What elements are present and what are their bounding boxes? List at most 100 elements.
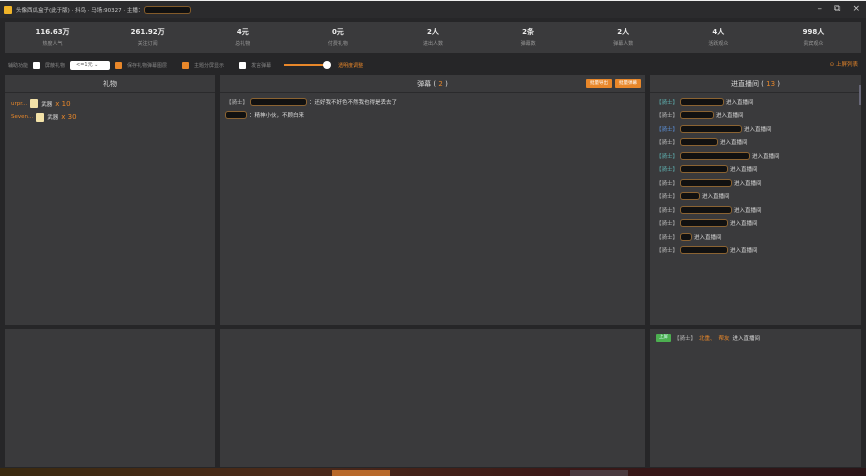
assist-checkbox[interactable] xyxy=(33,61,41,69)
clear-button[interactable]: 批量弹幕 xyxy=(615,79,641,88)
threshold-select[interactable]: <=1元 ⌄ xyxy=(70,60,111,70)
minimize-icon[interactable]: – xyxy=(818,4,823,14)
stat-item: 261.92万 关注订阅 xyxy=(100,22,195,53)
entry-tag: 【骑士】 xyxy=(656,221,679,228)
stat-label: 贵宾观众 xyxy=(803,41,824,47)
entry-tag: 【骑士】 xyxy=(656,180,679,187)
entry-tag: 【骑士】 xyxy=(656,207,679,214)
gift-user: Seven... xyxy=(11,114,34,121)
entry-item: 【骑士】 进入直播间 xyxy=(650,149,861,163)
entry-suffix: 进入直播间 xyxy=(734,180,762,187)
close-icon[interactable]: × xyxy=(852,4,860,14)
scrollbar[interactable] xyxy=(859,85,861,105)
entry-tag: 【骑士】 xyxy=(656,126,679,133)
top-list-link[interactable]: ⊙ 上屏列表 xyxy=(830,60,858,68)
stat-label: 关注订阅 xyxy=(137,41,158,47)
window-title: 头像西瓜盒子(此于版) · 抖鸟 · 马场:90327 · 主播： xyxy=(16,7,144,14)
entry-item: 【骑士】 进入直播间 xyxy=(650,244,861,258)
redacted-name xyxy=(681,233,692,240)
entry-item: 【骑士】 进入直播间 xyxy=(650,109,861,123)
danmu-title: 弹幕 xyxy=(417,80,432,88)
entry-tag: 【骑士】 xyxy=(656,167,679,174)
stat-label: 总礼物 xyxy=(235,41,251,47)
gift-count: x 30 xyxy=(61,113,77,122)
entry-count: 13 xyxy=(766,80,776,88)
split-screen-checkbox[interactable] xyxy=(182,61,190,69)
gift-panel: 礼物 urpr... 武器 x 10 Seven... 武器 x 30 xyxy=(5,75,215,325)
entry-suffix: 进入直播间 xyxy=(730,167,758,174)
gift-icon xyxy=(30,99,39,109)
split-screen-label: 主题分屏显示 xyxy=(194,62,225,69)
entry-tag: 【骑士】 xyxy=(656,99,679,106)
entry-item: 【骑士】 进入直播间 xyxy=(650,230,861,244)
entry-tag: 【骑士】 xyxy=(656,248,679,255)
entry-title: 进直播间 xyxy=(730,80,759,88)
entry-suffix: 进入直播间 xyxy=(726,99,754,106)
redacted-name xyxy=(681,112,714,119)
danmu-item: 【骑士】 ：还好我不好色不然我也得是丢去了 xyxy=(220,95,645,109)
speak-checkbox[interactable] xyxy=(239,61,247,69)
redacted-name xyxy=(681,247,728,254)
stats-bar: 116.63万 热度人气 261.92万 关注订阅 4元 总礼物 0元 付费礼物 2人 进出人数 2… xyxy=(5,22,861,53)
gift-name: 武器 xyxy=(47,115,59,122)
entry-suffix: 进入直播间 xyxy=(694,234,722,241)
entry-header: 进直播间 ( 13 ) xyxy=(650,75,861,93)
opacity-slider[interactable] xyxy=(284,61,332,69)
stat-item: 2条弹幕数 xyxy=(481,22,576,53)
speak-label: 发言弹幕 xyxy=(251,62,272,69)
stat-item: 4人 活跃观众 xyxy=(671,22,766,53)
save-layer-checkbox[interactable] xyxy=(115,61,123,69)
entry-suffix: 进入直播间 xyxy=(732,335,761,342)
gift-user: urpr... xyxy=(11,100,28,107)
gift-icon xyxy=(36,112,45,122)
danmu-item: ：精神小伙，不顾白来 xyxy=(220,109,645,123)
stat-item: 0元付费礼物 xyxy=(290,22,385,53)
entry-item: 【骑士】 进入直播间 xyxy=(650,203,861,217)
entry-suffix: 进入直播间 xyxy=(734,207,762,214)
entry-suffix: 进入直播间 xyxy=(716,113,744,120)
gift-item: urpr... 武器 x 10 xyxy=(5,97,215,111)
stat-item: 4元总礼物 xyxy=(195,22,290,53)
entry-tag: 【骑士】 xyxy=(656,234,679,241)
redacted-name xyxy=(681,98,724,105)
stat-value: 261.92万 xyxy=(130,28,165,36)
taskbar-item[interactable] xyxy=(332,470,390,476)
entry-tag: 【骑士】 xyxy=(656,140,679,147)
controls-row: 辅助功能 屏蔽礼物 <=1元 ⌄ 保存礼物弹幕图层 主题分屏显示 发言弹幕 透明… xyxy=(8,59,860,71)
danmu-tag: 【骑士】 xyxy=(226,99,249,106)
gift-header: 礼物 xyxy=(5,75,215,93)
danmu-text: ：还好我不好色不然我也得是丢去了 xyxy=(309,99,398,106)
export-button[interactable]: 批量导出 xyxy=(586,79,612,88)
title-bar: 头像西瓜盒子(此于版) · 抖鸟 · 马场:90327 · 主播： – ⧉ × xyxy=(0,0,866,18)
stat-value: 2条 xyxy=(522,28,535,36)
bottom-middle-panel xyxy=(220,329,645,467)
stat-value: 4元 xyxy=(236,28,249,36)
stat-value: 998人 xyxy=(802,28,825,36)
gift-item: Seven... 武器 x 30 xyxy=(5,111,215,125)
entry-item: 【骑士】 进入直播间 xyxy=(650,136,861,150)
slider-knob[interactable] xyxy=(323,61,332,69)
stat-value: 0元 xyxy=(331,28,344,36)
top-screen-panel: 上屏 【骑士】 北重、 帮友 进入直播间 xyxy=(650,329,861,467)
threshold-value: <=1元 xyxy=(76,61,93,68)
redacted-name xyxy=(681,166,728,173)
redacted-name xyxy=(251,98,307,105)
danmu-header: 弹幕 ( 2 ) 批量导出 批量弹幕 xyxy=(220,75,645,93)
danmu-panel: 弹幕 ( 2 ) 批量导出 批量弹幕 【骑士】 ：还好我不好色不然我也得是丢去了 ：… xyxy=(220,75,645,325)
taskbar xyxy=(0,468,866,476)
redacted-name xyxy=(681,206,732,213)
entry-tag: 【骑士】 xyxy=(656,153,679,160)
danmu-count: 2 xyxy=(438,80,443,88)
stat-label: 弹幕数 xyxy=(520,41,536,47)
save-layer-label: 保存礼物弹幕图层 xyxy=(127,62,168,69)
entry-item: 【骑士】 进入直播间 xyxy=(650,176,861,190)
redacted-name xyxy=(681,125,742,132)
restore-icon[interactable]: ⧉ xyxy=(834,4,840,14)
bottom-left-panel xyxy=(5,329,215,467)
entry-item: 【骑士】 进入直播间 xyxy=(650,95,861,109)
app-icon xyxy=(4,5,12,14)
danmu-text: ：精神小伙，不顾白来 xyxy=(249,113,305,120)
stat-item: 2人 进出人数 xyxy=(385,22,480,53)
stat-label: 付费礼物 xyxy=(327,41,348,47)
taskbar-item[interactable] xyxy=(570,470,628,476)
